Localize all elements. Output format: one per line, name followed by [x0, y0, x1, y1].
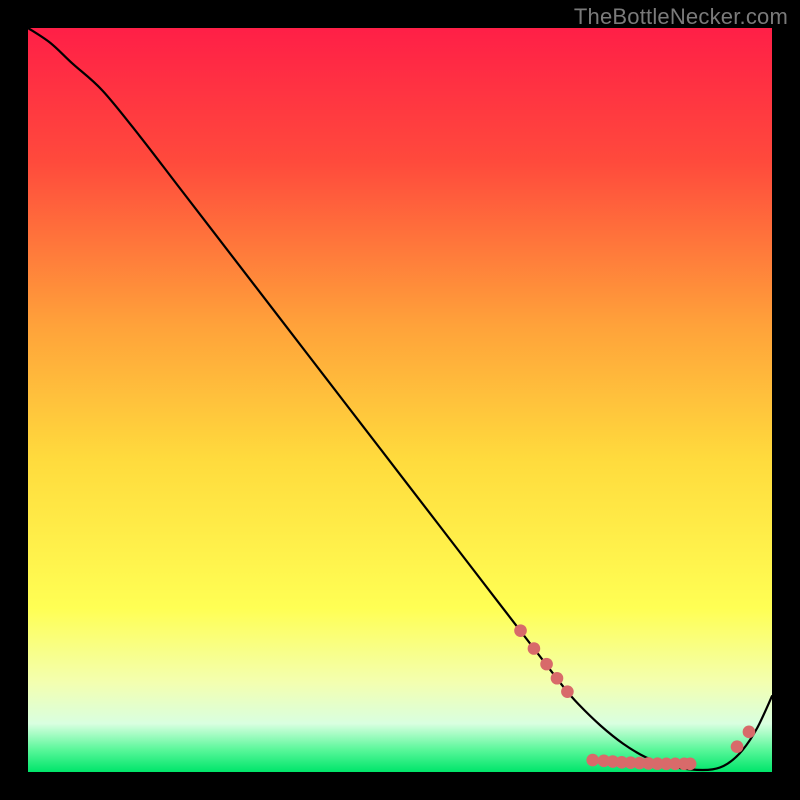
highlight-dot — [731, 740, 744, 753]
bottleneck-chart — [28, 28, 772, 772]
highlight-dot — [743, 726, 756, 739]
gradient-background — [28, 28, 772, 772]
highlight-dot — [684, 758, 697, 771]
highlight-dot — [540, 658, 553, 671]
highlight-dot — [586, 754, 599, 767]
chart-frame: TheBottleNecker.com — [0, 0, 800, 800]
highlight-dot — [514, 624, 527, 637]
highlight-dot — [528, 642, 541, 655]
highlight-dot — [551, 672, 564, 685]
watermark-text: TheBottleNecker.com — [574, 4, 788, 30]
highlight-dot — [561, 685, 574, 698]
plot-area — [28, 28, 772, 772]
